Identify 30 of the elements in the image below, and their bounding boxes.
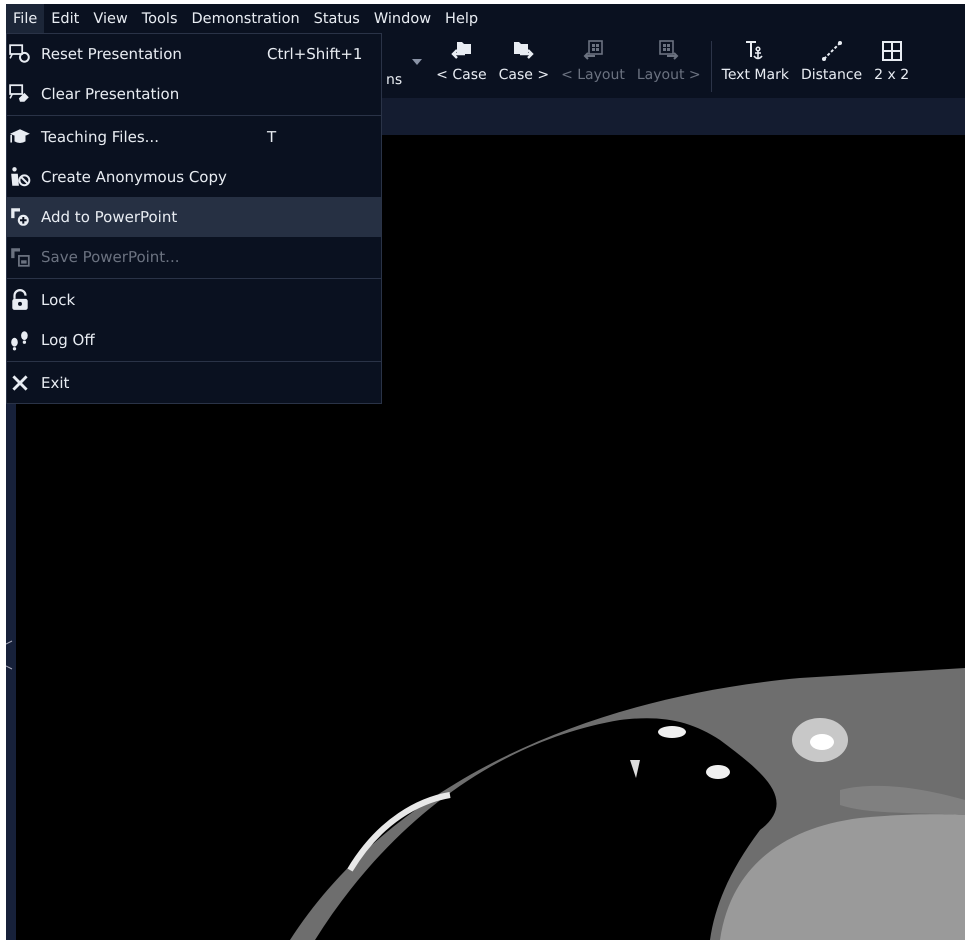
menu-bar-item[interactable]: Edit	[44, 4, 86, 33]
menu-item[interactable]: Create Anonymous Copy	[7, 157, 381, 197]
menu-item[interactable]: Log Off	[7, 320, 381, 360]
toolbar-button[interactable]: Distance	[794, 33, 868, 98]
menu-bar-item[interactable]: Tools	[134, 4, 185, 33]
chevron-icon[interactable]	[6, 640, 14, 670]
presentation-reset-icon	[9, 43, 31, 65]
menu-item[interactable]: Clear Presentation	[7, 74, 381, 114]
toolbar-button[interactable]: < Case	[430, 33, 493, 98]
menu-bar-item[interactable]: File	[6, 4, 44, 33]
menu-bar-item[interactable]: Demonstration	[184, 4, 307, 33]
grid-icon	[880, 39, 904, 63]
toolbar-button-label: ns	[386, 72, 402, 88]
menu-item[interactable]: Reset Presentation Ctrl+Shift+1	[7, 34, 381, 74]
menu-item[interactable]: Exit	[7, 363, 381, 403]
menu-item[interactable]: Add to PowerPoint	[7, 197, 381, 237]
person-prohibited-icon	[9, 166, 31, 188]
dotted-ruler-icon	[820, 39, 844, 63]
menu-bar-item[interactable]: View	[86, 4, 135, 33]
slide-plus-icon	[9, 206, 31, 228]
slide-save-icon	[9, 246, 31, 268]
menu-item[interactable]: Teaching Files... T	[7, 117, 381, 157]
toolbar-button[interactable]: Text Mark	[716, 33, 795, 98]
menu-bar-item[interactable]: Window	[366, 4, 438, 33]
menu-bar-item[interactable]: Help	[438, 4, 486, 33]
toolbar-button[interactable]: Case >	[492, 33, 556, 98]
dropdown-caret-icon[interactable]	[412, 59, 422, 65]
toolbar-button[interactable]: 2 x 2	[868, 33, 916, 98]
menu-item[interactable]: Lock	[7, 280, 381, 320]
menu-bar-item[interactable]: Status	[306, 4, 367, 33]
